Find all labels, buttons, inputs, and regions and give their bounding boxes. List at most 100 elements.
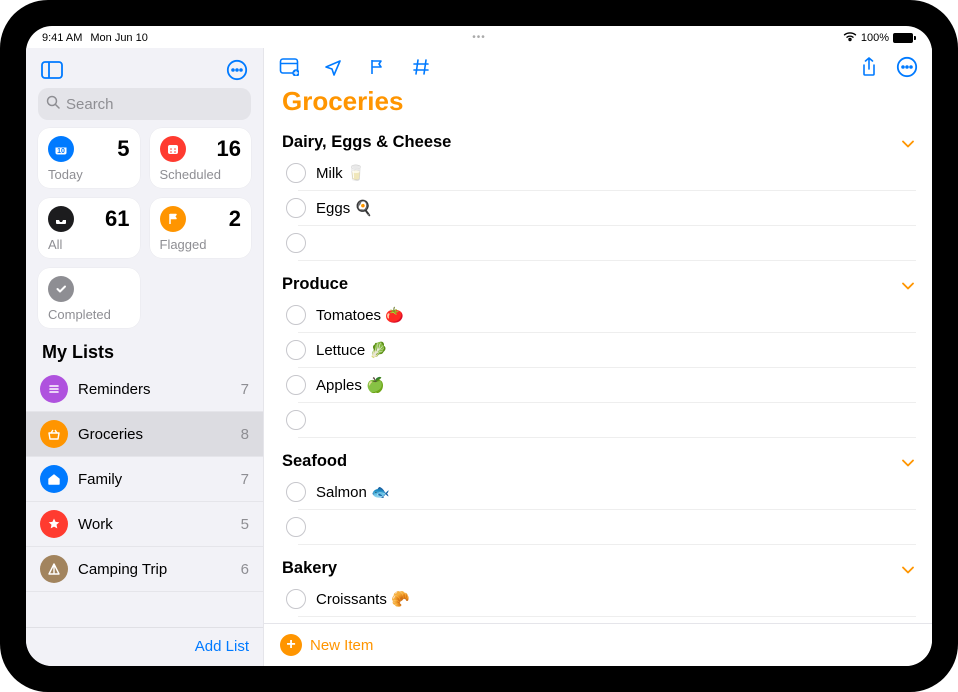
- reminder-item[interactable]: Apples 🍏: [298, 368, 916, 403]
- tile-scheduled-label: Scheduled: [160, 167, 242, 182]
- new-item-button[interactable]: + New Item: [264, 623, 932, 666]
- inbox-icon: [48, 206, 74, 232]
- tile-flagged-count: 2: [229, 206, 241, 232]
- tile-today[interactable]: 10 5 Today: [38, 128, 140, 188]
- list-icon: [40, 510, 68, 538]
- new-item-label: New Item: [310, 637, 373, 654]
- complete-circle[interactable]: [286, 589, 306, 609]
- reminder-title[interactable]: Eggs 🍳: [316, 199, 373, 217]
- list-row-camping-trip[interactable]: Camping Trip6: [26, 547, 263, 592]
- multitask-dots-icon[interactable]: •••: [472, 32, 486, 43]
- reminder-title[interactable]: Apples 🍏: [316, 376, 385, 394]
- search-input[interactable]: [66, 96, 265, 113]
- section-header[interactable]: Bakery: [280, 553, 916, 582]
- reminder-title[interactable]: Croissants 🥐: [316, 590, 410, 608]
- calendar-today-icon: 10: [48, 136, 74, 162]
- section-bakery: Bakery Croissants 🥐: [280, 553, 916, 617]
- list-icon: [40, 555, 68, 583]
- toggle-sidebar-button[interactable]: [38, 56, 66, 84]
- reminder-title[interactable]: Tomatoes 🍅: [316, 306, 404, 324]
- sidebar-more-button[interactable]: [223, 56, 251, 84]
- location-arrow-icon[interactable]: [322, 56, 344, 78]
- smart-tiles: 10 5 Today 16 Scheduled: [26, 128, 263, 338]
- tile-completed-label: Completed: [48, 307, 130, 322]
- search-field[interactable]: [38, 88, 251, 120]
- list-count: 7: [241, 471, 249, 488]
- sidebar: 10 5 Today 16 Scheduled: [26, 48, 264, 666]
- section-title: Produce: [282, 275, 348, 294]
- share-icon[interactable]: [858, 56, 880, 78]
- reminder-title[interactable]: Salmon 🐟: [316, 483, 390, 501]
- plus-circle-icon: +: [280, 634, 302, 656]
- reminder-item[interactable]: Salmon 🐟: [298, 475, 916, 510]
- list-title: Groceries: [264, 82, 932, 127]
- chevron-down-icon[interactable]: [902, 561, 914, 577]
- list-name: Groceries: [78, 426, 231, 443]
- section-header[interactable]: Dairy, Eggs & Cheese: [280, 127, 916, 156]
- reminder-item[interactable]: Croissants 🥐: [298, 582, 916, 617]
- flag-icon: [160, 206, 186, 232]
- list-row-work[interactable]: Work 5: [26, 502, 263, 547]
- template-icon[interactable]: [278, 56, 300, 78]
- section-seafood: Seafood Salmon 🐟: [280, 446, 916, 545]
- flag-outline-icon[interactable]: [366, 56, 388, 78]
- tile-completed[interactable]: Completed: [38, 268, 140, 328]
- main-more-button[interactable]: [896, 56, 918, 78]
- complete-circle[interactable]: [286, 198, 306, 218]
- reminder-item[interactable]: Tomatoes 🍅: [298, 298, 916, 333]
- list-count: 7: [241, 381, 249, 398]
- reminder-item[interactable]: Milk 🥛: [298, 156, 916, 191]
- chevron-down-icon[interactable]: [902, 454, 914, 470]
- reminder-item[interactable]: Lettuce 🥬: [298, 333, 916, 368]
- complete-circle[interactable]: [286, 340, 306, 360]
- section-header[interactable]: Produce: [280, 269, 916, 298]
- checkmark-icon: [48, 276, 74, 302]
- tile-all[interactable]: 61 All: [38, 198, 140, 258]
- reminder-title[interactable]: Lettuce 🥬: [316, 341, 388, 359]
- list-icon: [40, 465, 68, 493]
- complete-circle[interactable]: [286, 163, 306, 183]
- reminder-title[interactable]: Milk 🥛: [316, 164, 366, 182]
- reminder-item[interactable]: [298, 226, 916, 261]
- section-title: Bakery: [282, 559, 337, 578]
- tile-scheduled[interactable]: 16 Scheduled: [150, 128, 252, 188]
- section-dairy-eggs-cheese: Dairy, Eggs & Cheese Milk 🥛 Eggs 🍳: [280, 127, 916, 261]
- chevron-down-icon[interactable]: [902, 135, 914, 151]
- status-date: Mon Jun 10: [90, 32, 147, 44]
- status-bar: 9:41 AM Mon Jun 10 ••• 100%: [26, 28, 932, 48]
- add-list-button[interactable]: Add List: [195, 638, 249, 655]
- complete-circle[interactable]: [286, 233, 306, 253]
- wifi-icon: [843, 31, 857, 45]
- list-name: Work: [78, 516, 231, 533]
- list-row-reminders[interactable]: Reminders7: [26, 367, 263, 412]
- tile-today-label: Today: [48, 167, 130, 182]
- complete-circle[interactable]: [286, 410, 306, 430]
- tile-all-count: 61: [105, 206, 129, 232]
- list-row-groceries[interactable]: Groceries8: [26, 412, 263, 457]
- hashtag-icon[interactable]: [410, 56, 432, 78]
- search-icon: [46, 95, 60, 114]
- battery-icon: [893, 33, 916, 43]
- list-name: Family: [78, 471, 231, 488]
- section-title: Seafood: [282, 452, 347, 471]
- reminder-item[interactable]: [298, 510, 916, 545]
- screen: 9:41 AM Mon Jun 10 ••• 100%: [26, 26, 932, 666]
- list-icon: [40, 375, 68, 403]
- reminder-item[interactable]: [298, 403, 916, 438]
- complete-circle[interactable]: [286, 375, 306, 395]
- tile-flagged[interactable]: 2 Flagged: [150, 198, 252, 258]
- list-row-family[interactable]: Family 7: [26, 457, 263, 502]
- complete-circle[interactable]: [286, 482, 306, 502]
- svg-text:10: 10: [57, 148, 65, 155]
- complete-circle[interactable]: [286, 305, 306, 325]
- section-header[interactable]: Seafood: [280, 446, 916, 475]
- chevron-down-icon[interactable]: [902, 277, 914, 293]
- list-count: 5: [241, 516, 249, 533]
- complete-circle[interactable]: [286, 517, 306, 537]
- battery-percent: 100%: [861, 32, 889, 44]
- reminder-sections: Dairy, Eggs & Cheese Milk 🥛 Eggs 🍳 Produce T…: [264, 127, 932, 623]
- reminder-item[interactable]: Eggs 🍳: [298, 191, 916, 226]
- tile-today-count: 5: [117, 136, 129, 162]
- app-body: 10 5 Today 16 Scheduled: [26, 48, 932, 666]
- ipad-frame: 9:41 AM Mon Jun 10 ••• 100%: [0, 0, 958, 692]
